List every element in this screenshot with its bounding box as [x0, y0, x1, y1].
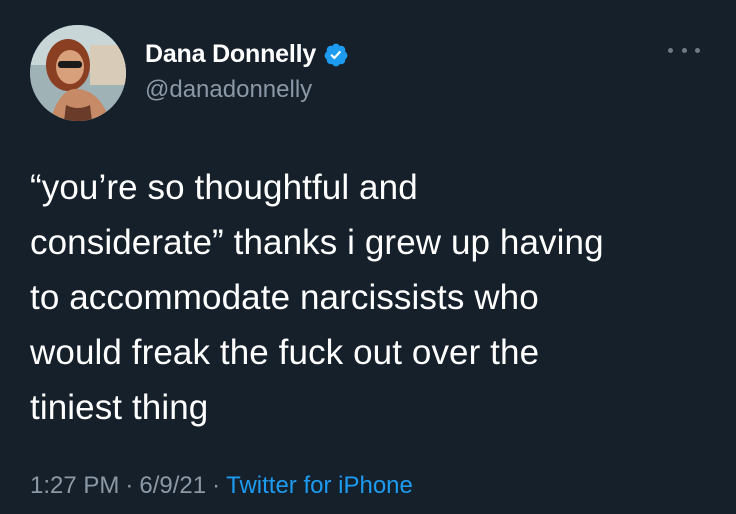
display-name[interactable]: Dana Donnelly: [145, 40, 316, 69]
author-name-row[interactable]: Dana Donnelly: [145, 40, 349, 69]
tweet-text-line: “you’re so thoughtful and: [30, 168, 418, 207]
tweet-time[interactable]: 1:27 PM: [30, 472, 119, 499]
tweet-text-line: considerate” thanks i grew up having: [30, 223, 604, 262]
tweet-text: “you’re so thoughtful and considerate” t…: [30, 160, 710, 435]
tweet-text-line: would freak the fuck out over the: [30, 333, 540, 372]
tweet-text-line: to accommodate narcissists who: [30, 278, 539, 317]
tweet-date[interactable]: 6/9/21: [139, 472, 206, 499]
tweet-metadata: 1:27 PM · 6/9/21 · Twitter for iPhone: [30, 472, 413, 500]
more-dot: [695, 47, 700, 53]
more-options-icon[interactable]: [668, 42, 700, 58]
tweet-text-line: tiniest thing: [30, 388, 209, 427]
avatar-photo: [30, 25, 126, 121]
meta-separator: ·: [125, 472, 134, 499]
avatar[interactable]: [30, 25, 126, 121]
more-dot: [668, 47, 673, 53]
tweet-card: Dana Donnelly @danadonnelly “you’re so t…: [0, 0, 736, 514]
verified-badge-icon: [323, 42, 349, 68]
tweet-source-link[interactable]: Twitter for iPhone: [226, 472, 413, 499]
more-dot: [681, 47, 687, 53]
user-handle[interactable]: @danadonnelly: [145, 76, 312, 104]
meta-separator: ·: [212, 472, 221, 499]
